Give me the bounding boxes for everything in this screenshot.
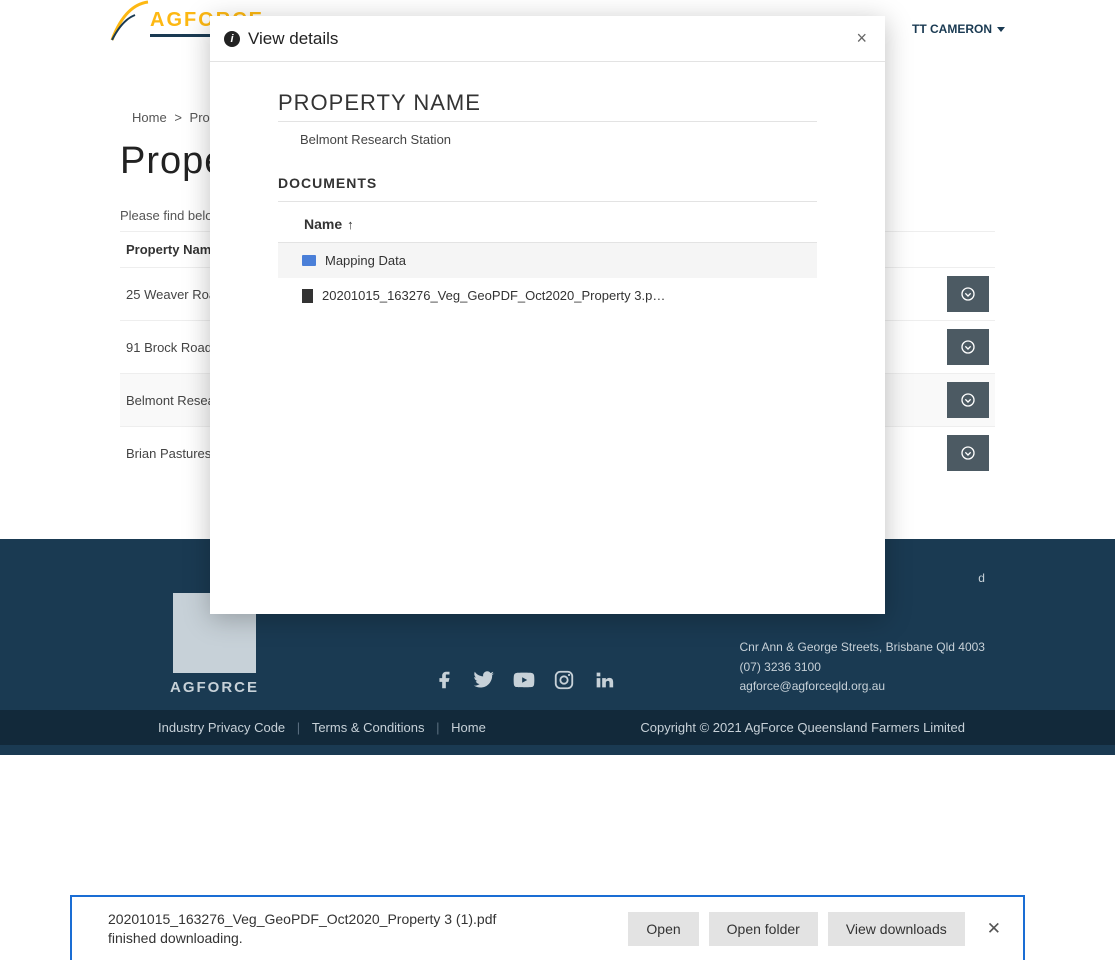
brand-swoosh-icon <box>110 0 150 45</box>
view-downloads-button[interactable]: View downloads <box>828 912 965 946</box>
property-name-cell: Brian Pastures <box>126 446 211 461</box>
property-name-cell: 91 Brock Road <box>126 340 212 355</box>
chevron-down-circle-icon <box>960 445 976 461</box>
property-name-cell: Belmont Resea <box>126 393 215 408</box>
footer-links: Industry Privacy Code | Terms & Conditio… <box>150 720 494 735</box>
folder-icon <box>302 255 316 266</box>
breadcrumb-sep: > <box>174 110 182 125</box>
footer-link-terms[interactable]: Terms & Conditions <box>312 720 425 735</box>
breadcrumb-home[interactable]: Home <box>132 110 167 125</box>
user-menu-label: TT CAMERON <box>912 22 992 36</box>
expand-row-button[interactable] <box>947 329 989 365</box>
view-details-modal: i View details × PROPERTY NAME Belmont R… <box>210 16 885 614</box>
youtube-icon[interactable] <box>513 669 535 691</box>
doc-table-header[interactable]: Name ↑ <box>278 206 817 243</box>
close-button[interactable]: × <box>852 28 871 49</box>
modal-header: i View details × <box>210 16 885 62</box>
chevron-down-circle-icon <box>960 286 976 302</box>
footer-brand-name: AGFORCE <box>170 679 259 696</box>
doc-file-row[interactable]: 20201015_163276_Veg_GeoPDF_Oct2020_Prope… <box>278 278 817 313</box>
open-folder-button[interactable]: Open folder <box>709 912 818 946</box>
instagram-icon[interactable] <box>553 669 575 691</box>
footer-contact-address: Cnr Ann & George Streets, Brisbane Qld 4… <box>740 638 985 657</box>
user-menu[interactable]: TT CAMERON <box>912 0 1005 36</box>
modal-body: PROPERTY NAME Belmont Research Station D… <box>210 62 885 341</box>
info-icon: i <box>224 31 240 47</box>
footer-link-privacy[interactable]: Industry Privacy Code <box>158 720 285 735</box>
expand-row-button[interactable] <box>947 435 989 471</box>
property-name-label: PROPERTY NAME <box>278 90 817 122</box>
footer-contact-phone: (07) 3236 3100 <box>740 658 985 677</box>
expand-row-button[interactable] <box>947 382 989 418</box>
modal-title: View details <box>248 29 338 49</box>
chevron-down-circle-icon <box>960 392 976 408</box>
linkedin-icon[interactable] <box>593 669 615 691</box>
documents-label: DOCUMENTS <box>278 175 817 202</box>
chevron-down-circle-icon <box>960 339 976 355</box>
property-name-cell: 25 Weaver Roa <box>126 287 216 302</box>
caret-down-icon <box>997 27 1005 32</box>
doc-folder-row[interactable]: Mapping Data <box>278 243 817 278</box>
download-notification: 20201015_163276_Veg_GeoPDF_Oct2020_Prope… <box>70 895 1025 960</box>
property-name-value: Belmont Research Station <box>278 132 817 147</box>
file-icon <box>302 289 313 303</box>
download-message: 20201015_163276_Veg_GeoPDF_Oct2020_Prope… <box>108 910 548 948</box>
doc-folder-name: Mapping Data <box>325 253 406 268</box>
expand-row-button[interactable] <box>947 276 989 312</box>
open-file-button[interactable]: Open <box>628 912 698 946</box>
sort-asc-icon: ↑ <box>347 217 354 232</box>
footer-link-home[interactable]: Home <box>451 720 486 735</box>
doc-file-name: 20201015_163276_Veg_GeoPDF_Oct2020_Prope… <box>322 288 665 303</box>
twitter-icon[interactable] <box>473 669 495 691</box>
footer-bottom-bar: Industry Privacy Code | Terms & Conditio… <box>0 710 1115 745</box>
footer-copyright: Copyright © 2021 AgForce Queensland Farm… <box>640 720 965 735</box>
doc-col-name: Name <box>304 216 342 232</box>
close-notification-button[interactable]: ✕ <box>987 919 1001 939</box>
social-icons <box>383 669 615 696</box>
facebook-icon[interactable] <box>433 669 455 691</box>
footer-contact-email[interactable]: agforce@agforceqld.org.au <box>740 677 985 696</box>
